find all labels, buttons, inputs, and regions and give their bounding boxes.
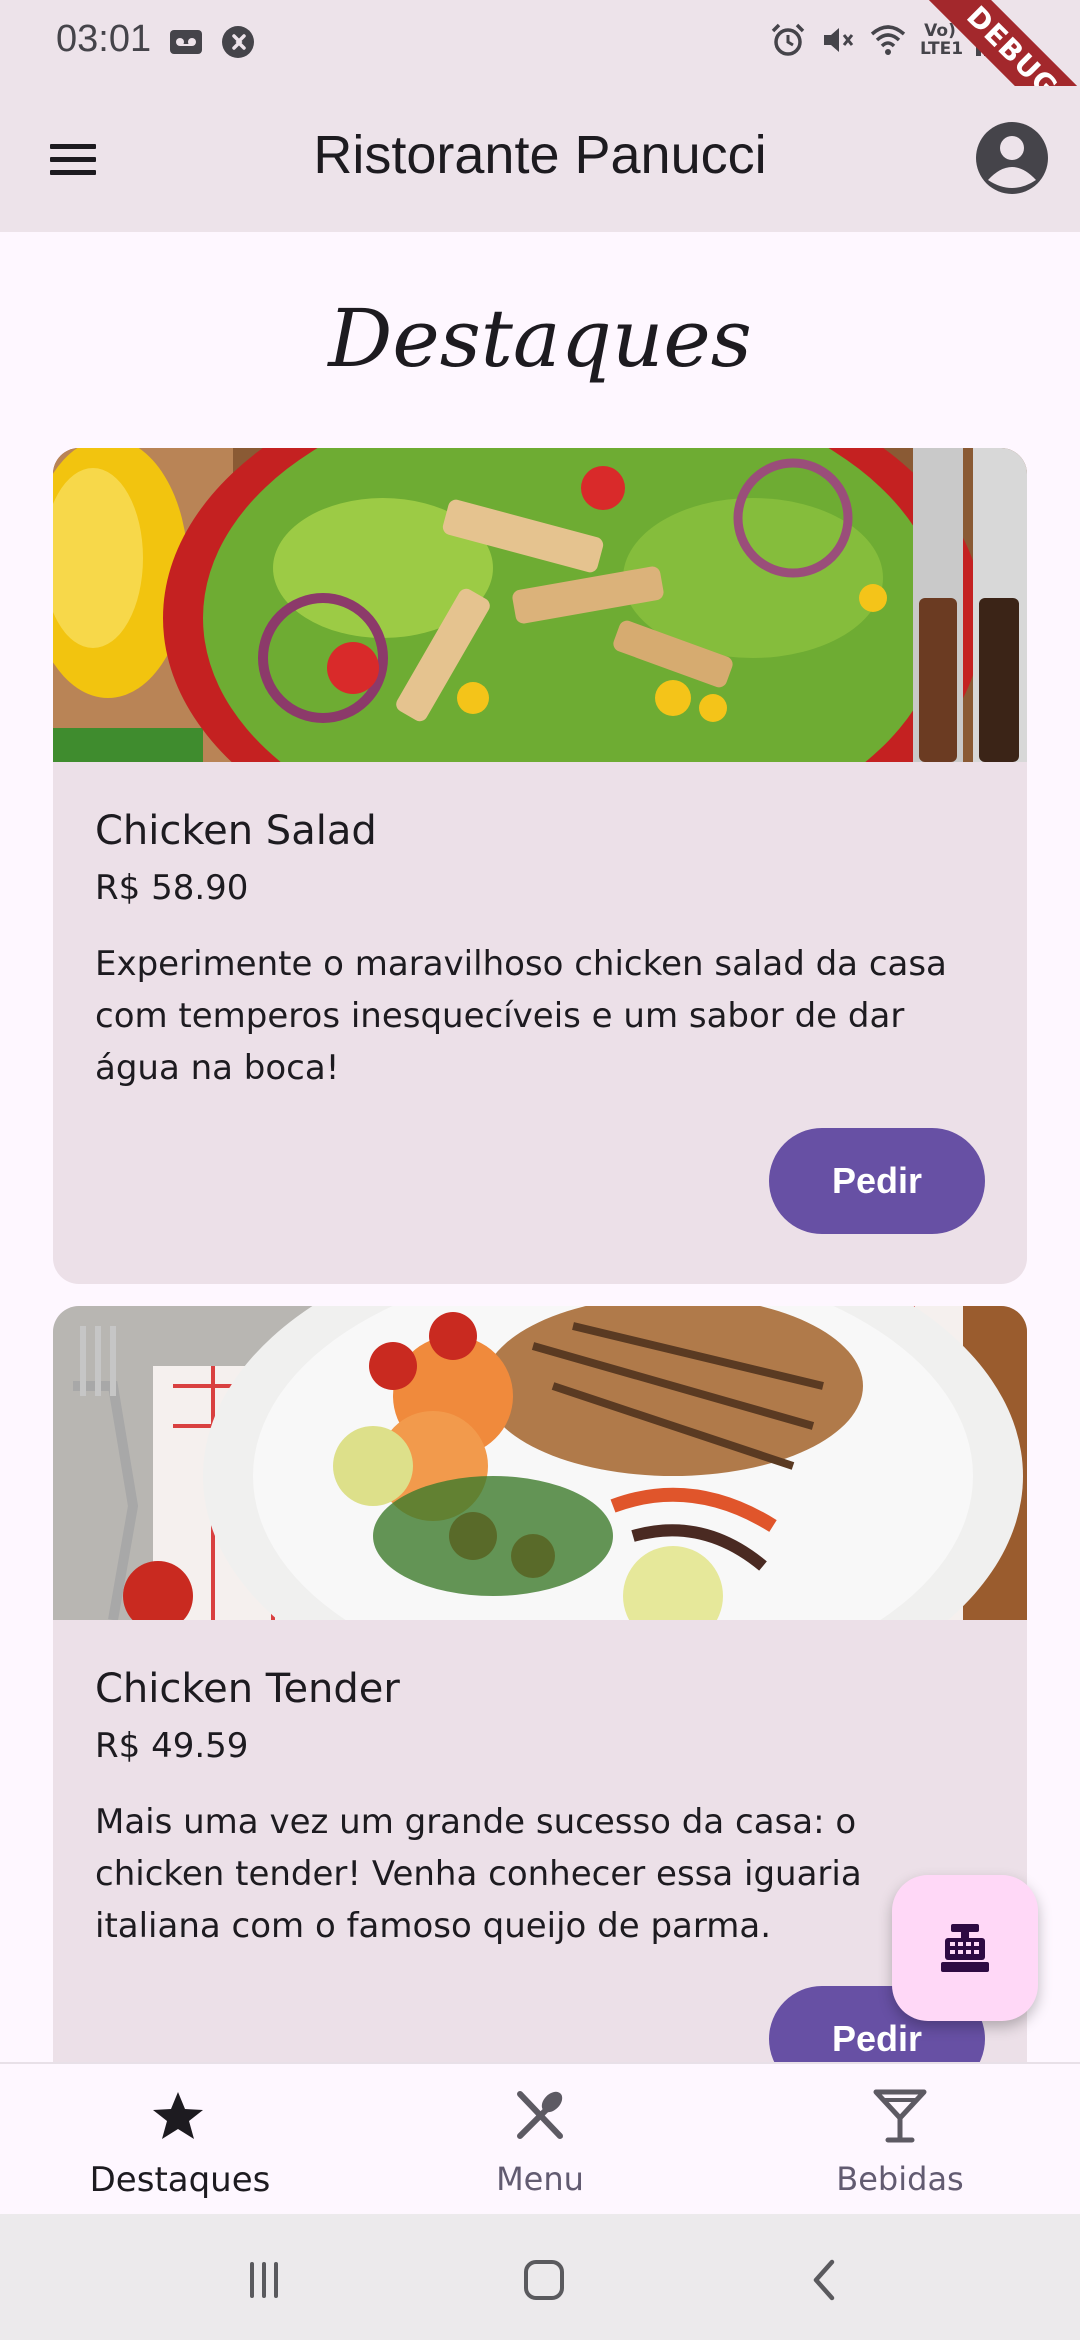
product-name: Chicken Tender: [95, 1666, 400, 1712]
utensils-icon: [517, 2091, 563, 2139]
recent-apps-icon[interactable]: [234, 2250, 294, 2310]
product-price: R$ 58.90: [95, 868, 249, 908]
shazam-icon: [222, 26, 254, 58]
voicemail-icon: [170, 30, 202, 54]
star-icon: [153, 2092, 203, 2139]
system-navigation-bar: [0, 2214, 1080, 2340]
home-icon[interactable]: [514, 2250, 574, 2310]
product-card: Chicken Tender R$ 49.59 Mais uma vez um …: [53, 1306, 1027, 2062]
product-description: Mais uma vez um grande sucesso da casa: …: [95, 1802, 862, 1946]
alarm-icon: [771, 23, 805, 56]
app-bar: Ristorante Panucci: [0, 86, 1080, 232]
nav-item-destaques[interactable]: Destaques: [0, 2064, 360, 2216]
account-circle-icon[interactable]: [974, 120, 1050, 196]
product-name: Chicken Salad: [95, 808, 377, 854]
cocktail-glass-icon: [873, 2089, 927, 2143]
checkout-fab[interactable]: [892, 1875, 1038, 2021]
highlights-list[interactable]: Destaques Chicken Salad R$ 58.90 Experim…: [0, 232, 1080, 2062]
nav-item-bebidas[interactable]: Bebidas: [720, 2064, 1080, 2216]
app-title: Ristorante Panucci: [313, 125, 767, 185]
chicken-tender-image: [53, 1306, 1027, 1620]
chicken-salad-image: [53, 448, 1027, 762]
back-icon[interactable]: [796, 2250, 856, 2310]
nav-label: Destaques: [89, 2160, 271, 2200]
section-title: Destaques: [328, 292, 752, 385]
product-description: Experimente o maravilhoso chicken salad …: [95, 944, 947, 1088]
nav-label: Menu: [496, 2160, 584, 2198]
order-button[interactable]: Pedir: [769, 1128, 985, 1234]
wifi-icon: [870, 25, 906, 55]
status-time: 03:01: [56, 18, 152, 60]
mute-icon: [824, 28, 854, 52]
bottom-navigation: Destaques Menu Bebidas: [0, 2062, 1080, 2216]
cash-register-icon: [941, 1924, 989, 1972]
product-card: Chicken Salad R$ 58.90 Experimente o mar…: [53, 448, 1027, 1284]
nav-label: Bebidas: [836, 2160, 964, 2198]
nav-item-menu[interactable]: Menu: [360, 2064, 720, 2216]
network-type-label: Vo) LTE1: [920, 21, 964, 59]
product-price: R$ 49.59: [95, 1726, 249, 1766]
status-bar: 03:01 Vo) LTE1 DEBUG: [0, 0, 1080, 160]
